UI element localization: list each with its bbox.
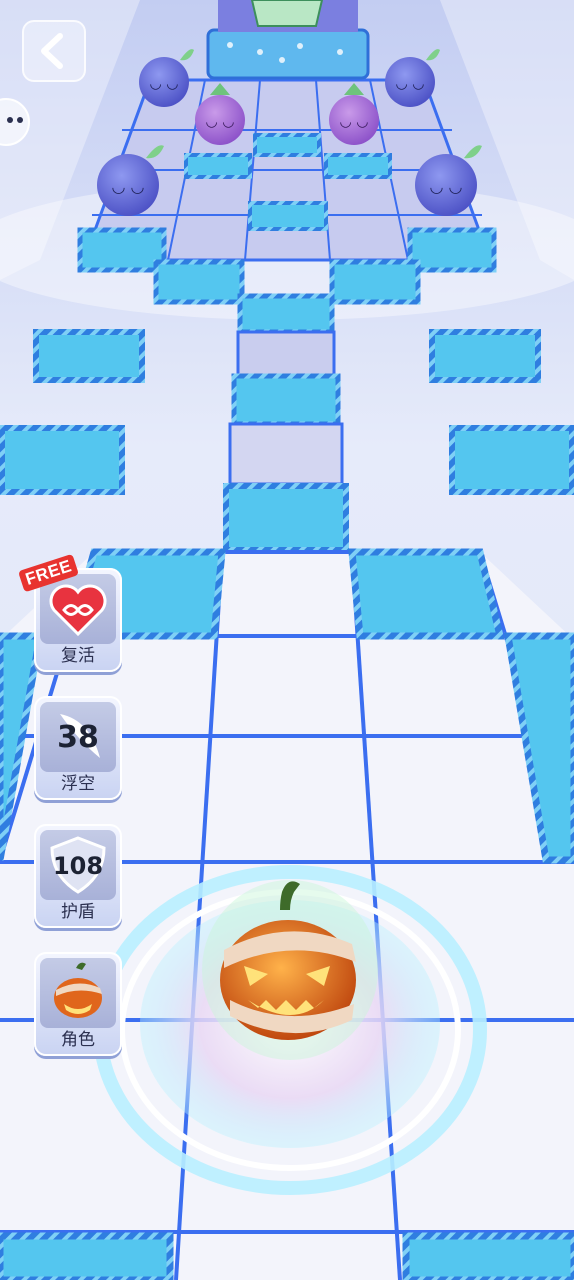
back-arrow-icon [41, 33, 63, 69]
path-tile [228, 422, 344, 486]
floating-blue-tile [0, 425, 125, 495]
float-count: 38 [57, 720, 99, 755]
floating-blue-tile [429, 329, 541, 383]
float-button[interactable]: 38 浮空 [34, 696, 122, 800]
svg-text:◡ ◡: ◡ ◡ [111, 177, 144, 196]
blue-tile [223, 483, 349, 553]
svg-text:◡ ◡: ◡ ◡ [340, 114, 369, 130]
floating-blue-tile [33, 329, 145, 383]
svg-text:◡ ◡: ◡ ◡ [206, 114, 235, 130]
goal-fan [250, 0, 324, 27]
blue-tile [0, 1232, 174, 1280]
blue-tile [153, 259, 245, 305]
blue-tile [407, 227, 497, 273]
pumpkin-character-icon [54, 962, 102, 1018]
blue-tile [237, 293, 335, 335]
blue-tile [348, 548, 505, 640]
blue-tile [329, 259, 421, 305]
blue-tile [231, 373, 341, 427]
blue-tile [184, 153, 252, 179]
svg-text:◡ ◡: ◡ ◡ [429, 177, 462, 196]
floating-blue-tile [449, 425, 574, 495]
shield-icon-box: 108 [40, 830, 116, 900]
shield-button[interactable]: 108 护盾 [34, 824, 122, 928]
back-button[interactable] [22, 20, 86, 82]
blue-tile [253, 133, 321, 157]
blue-tile [402, 1232, 574, 1280]
float-icon-box: 38 [40, 702, 116, 772]
path-tile [236, 330, 336, 378]
svg-text:◡ ◡: ◡ ◡ [396, 76, 425, 92]
shield-label: 护盾 [61, 902, 95, 922]
infinity-heart-icon [49, 584, 107, 637]
character-label: 角色 [61, 1030, 95, 1050]
svg-text:◡ ◡: ◡ ◡ [150, 76, 179, 92]
revive-icon-box [40, 574, 116, 644]
character-icon-box [40, 958, 116, 1028]
blue-tile [77, 227, 167, 273]
emoji-face-icon [7, 117, 23, 123]
revive-label: 复活 [61, 646, 95, 666]
emoji-button[interactable] [0, 98, 30, 146]
blue-tile [248, 201, 328, 231]
goal-gate [206, 28, 370, 80]
character-button[interactable]: 角色 [34, 952, 122, 1056]
float-label: 浮空 [61, 774, 95, 794]
blue-tile [324, 153, 392, 179]
shield-count: 108 [52, 852, 104, 880]
